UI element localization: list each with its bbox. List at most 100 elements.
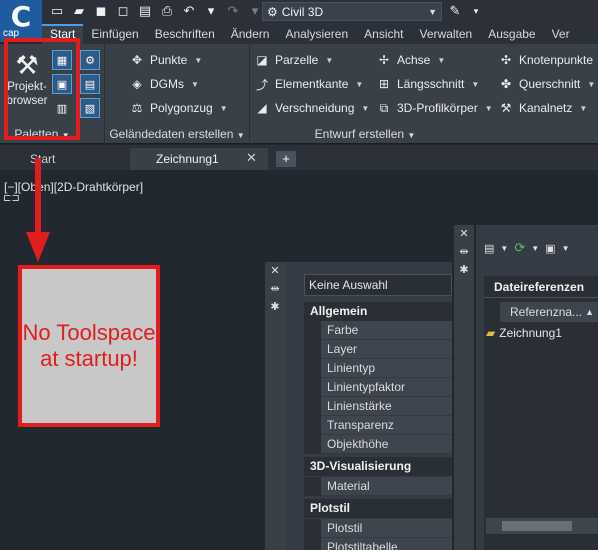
category-allgemein[interactable]: Allgemein xyxy=(304,302,452,321)
tab-aendern[interactable]: Ändern xyxy=(223,24,278,44)
property-name: Transparenz xyxy=(321,416,452,435)
annotation-arrow-shaft xyxy=(35,158,41,234)
parzelle-button[interactable]: ◪ Parzelle ▼ xyxy=(254,52,333,68)
punkte-button[interactable]: ✥ Punkte ▼ xyxy=(129,52,202,68)
references-title: Dateireferenzen xyxy=(484,276,598,298)
redo-icon[interactable]: ↷ xyxy=(224,2,242,20)
workspace-select[interactable]: ⚙ Civil 3D ▼ xyxy=(262,2,442,21)
chevron-down-icon[interactable]: ▼ xyxy=(531,244,539,253)
palette-settings-icon[interactable]: ✱ xyxy=(265,298,285,316)
print-icon[interactable]: ⎙ xyxy=(158,2,176,20)
attach-dwg-icon[interactable]: ▤ xyxy=(484,242,494,255)
property-name: Linienstärke xyxy=(321,397,452,416)
property-row[interactable]: Layer xyxy=(304,340,452,359)
autohide-icon[interactable]: ⇹ xyxy=(265,280,285,298)
property-row[interactable]: Linientyp xyxy=(304,359,452,378)
verschneidung-button[interactable]: ◢ Verschneidung ▼ xyxy=(254,100,369,116)
traverse-icon: ⚖ xyxy=(131,101,143,115)
profile-icon: ⊞ xyxy=(378,77,390,91)
undo-icon[interactable]: ↶ xyxy=(180,2,198,20)
kanalnetz-button[interactable]: ⚒ Kanalnetz ▼ xyxy=(498,100,588,116)
polygonzug-button[interactable]: ⚖ Polygonzug ▼ xyxy=(129,100,228,116)
open-folder-icon[interactable]: ▰ xyxy=(70,2,88,20)
customize-dropdown-icon[interactable]: ▾ xyxy=(467,2,485,20)
achse-button[interactable]: ✢ Achse ▼ xyxy=(376,52,445,68)
property-row[interactable]: Plotstiltabelle xyxy=(304,538,452,550)
reference-name-column[interactable]: Referenzna... ▲ xyxy=(500,302,598,322)
new-tab-button[interactable]: + xyxy=(276,151,296,167)
row-gutter xyxy=(304,340,321,359)
chevron-down-icon[interactable]: ▼ xyxy=(500,244,508,253)
list-item[interactable]: ▰ Zeichnung1 xyxy=(486,326,562,340)
kanalnetz-label: Kanalnetz xyxy=(519,101,573,115)
chevron-down-icon: ▼ xyxy=(219,103,228,113)
new-file-icon[interactable]: ▭ xyxy=(48,2,66,20)
close-icon[interactable]: ✕ xyxy=(265,262,285,280)
viewport-controls[interactable]: [−][Oben][2D-Drahtkörper] xyxy=(4,180,143,194)
tab-ansicht[interactable]: Ansicht xyxy=(356,24,411,44)
entwurf-title[interactable]: Entwurf erstellen ▼ xyxy=(250,127,480,141)
dgms-label: DGMs xyxy=(150,77,184,91)
property-name: Linientyp xyxy=(321,359,452,378)
chevron-down-icon: ▼ xyxy=(471,79,480,89)
ribbon-tabs: Start Einfügen Beschriften Ändern Analys… xyxy=(42,24,598,44)
feature-line-icon: ⤴ xyxy=(255,77,268,92)
save-icon[interactable]: ◼ xyxy=(92,2,110,20)
qat-icons: ▭ ▰ ◼ ◻ ▤ ⎙ ↶ ▾ ↷ ▾ xyxy=(48,2,264,20)
autohide-icon[interactable]: ⇹ xyxy=(454,243,474,261)
scrollbar-thumb[interactable] xyxy=(502,521,572,531)
chevron-down-icon: ▼ xyxy=(484,103,493,113)
profilkoerper-button[interactable]: ⧉ 3D-Profilkörper ▼ xyxy=(376,100,493,116)
references-palette-strip: ✕ ⇹ ✱ xyxy=(454,225,474,550)
properties-palette-icon[interactable]: ▤ xyxy=(80,74,100,94)
column-header-label: Referenzna... xyxy=(510,305,583,319)
save-as-icon[interactable]: ◻ xyxy=(114,2,132,20)
application-menu-button[interactable]: C cap xyxy=(0,0,42,42)
property-row[interactable]: Linienstärke xyxy=(304,397,452,416)
laengsschnitt-button[interactable]: ⊞ Längsschnitt ▼ xyxy=(376,76,479,92)
refresh-icon[interactable]: ⟳ xyxy=(514,240,525,256)
tab-analysieren[interactable]: Analysieren xyxy=(277,24,356,44)
web-mobile-icon[interactable]: ▤ xyxy=(136,2,154,20)
category-3d-visualisierung[interactable]: 3D-Visualisierung xyxy=(304,457,452,476)
row-gutter xyxy=(304,519,321,538)
chevron-down-icon[interactable]: ▼ xyxy=(562,244,570,253)
knotenpunkte-button[interactable]: ✣ Knotenpunkte xyxy=(498,52,593,68)
gelaende-title[interactable]: Geländedaten erstellen ▼ xyxy=(105,127,249,141)
category-plotstil[interactable]: Plotstil xyxy=(304,499,452,518)
horizontal-scrollbar[interactable] xyxy=(486,518,598,534)
change-path-icon[interactable]: ▣ xyxy=(545,242,555,255)
tab-ver[interactable]: Ver xyxy=(544,24,578,44)
querschnitt-button[interactable]: ✤ Querschnitt ▼ xyxy=(498,76,595,92)
selection-dropdown[interactable]: Keine Auswahl xyxy=(304,274,452,296)
property-row[interactable]: Transparenz xyxy=(304,416,452,435)
property-row[interactable]: Farbe xyxy=(304,321,452,340)
sort-up-icon: ▲ xyxy=(585,307,594,317)
property-row[interactable]: Plotstil xyxy=(304,519,452,538)
property-row[interactable]: Linientypfaktor xyxy=(304,378,452,397)
dgms-button[interactable]: ◈ DGMs ▼ xyxy=(129,76,199,92)
property-name: Plotstiltabelle xyxy=(321,538,452,550)
undo-dropdown-icon[interactable]: ▾ xyxy=(202,2,220,20)
match-properties-icon[interactable]: ✎ xyxy=(446,2,464,20)
row-gutter xyxy=(304,321,321,340)
laengsschnitt-label: Längsschnitt xyxy=(397,77,465,91)
verschneidung-label: Verschneidung xyxy=(275,101,355,115)
tab-verwalten[interactable]: Verwalten xyxy=(412,24,481,44)
tab-beschriften[interactable]: Beschriften xyxy=(147,24,223,44)
chevron-down-icon: ▼ xyxy=(191,79,199,89)
close-icon[interactable]: ✕ xyxy=(454,225,474,243)
tab-ausgabe[interactable]: Ausgabe xyxy=(480,24,543,44)
property-row[interactable]: Objekthöhe xyxy=(304,435,452,454)
property-row[interactable]: Material xyxy=(304,477,452,496)
palette-settings-icon[interactable]: ✱ xyxy=(454,261,474,279)
survey-palette-icon[interactable]: ⚙ xyxy=(80,50,100,70)
layer-palette-icon[interactable]: ▧ xyxy=(80,98,100,118)
tab-einfuegen[interactable]: Einfügen xyxy=(83,24,146,44)
close-icon[interactable]: ✕ xyxy=(246,150,257,166)
elementkante-button[interactable]: ⤴ Elementkante ▼ xyxy=(254,76,363,92)
intersection-icon: ✣ xyxy=(500,53,512,67)
doc-tab-start[interactable]: Start xyxy=(0,148,130,170)
row-gutter xyxy=(304,397,321,416)
references-toolbar: ▤ ▼ ⟳ ▼ ▣ ▼ xyxy=(484,240,569,256)
